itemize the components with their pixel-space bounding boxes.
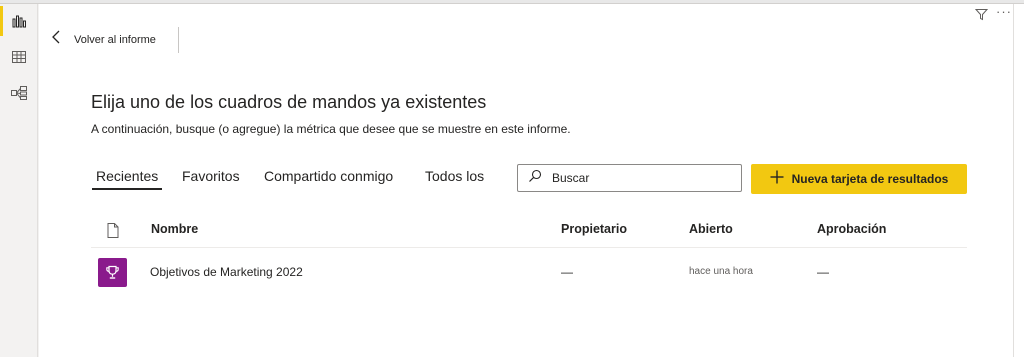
trophy-icon	[98, 258, 127, 287]
plus-icon	[770, 170, 784, 189]
tab-recientes[interactable]: Recientes	[92, 168, 163, 190]
table-row[interactable]: Objetivos de Marketing 2022 — hace una h…	[91, 248, 967, 294]
data-view-button[interactable]	[0, 42, 38, 72]
search-box[interactable]	[517, 164, 742, 192]
new-scorecard-label: Nueva tarjeta de resultados	[791, 172, 949, 186]
tab-favoritos[interactable]: Favoritos	[178, 168, 244, 184]
left-rail	[0, 4, 38, 357]
right-gutter	[1014, 4, 1024, 357]
table-header: Nombre Propietario Abierto Aprobación	[91, 212, 967, 248]
chevron-left-icon	[52, 30, 60, 49]
divider	[178, 27, 179, 53]
column-header-approval[interactable]: Aprobación	[817, 222, 886, 236]
more-icon[interactable]: ···	[996, 5, 1012, 18]
scorecard-owner: —	[561, 265, 573, 279]
filter-icon[interactable]	[974, 8, 989, 26]
tab-compartido-conmigo[interactable]: Compartido conmigo	[260, 168, 397, 184]
app-window: ··· Volver al informe Elija uno de los c…	[0, 0, 1024, 357]
report-view-button[interactable]	[0, 6, 38, 36]
page-title: Elija uno de los cuadros de mandos ya ex…	[91, 92, 487, 112]
search-input[interactable]	[552, 171, 722, 185]
bar-chart-icon	[11, 13, 27, 29]
scorecard-name[interactable]: Objetivos de Marketing 2022	[150, 265, 303, 279]
column-header-opened[interactable]: Abierto	[689, 222, 733, 236]
model-icon	[10, 85, 28, 101]
back-to-report-button[interactable]: Volver al informe	[52, 30, 156, 49]
back-label: Volver al informe	[74, 33, 156, 46]
model-view-button[interactable]	[0, 78, 38, 108]
scorecard-approval: —	[817, 265, 829, 279]
table-icon	[11, 49, 27, 65]
column-header-owner[interactable]: Propietario	[561, 222, 627, 236]
column-header-name[interactable]: Nombre	[151, 222, 198, 236]
new-scorecard-button[interactable]: Nueva tarjeta de resultados	[751, 164, 967, 194]
tab-todos-los[interactable]: Todos los	[421, 168, 488, 184]
search-icon	[528, 169, 542, 188]
file-type-icon	[107, 223, 119, 243]
page-subtitle: A continuación, busque (o agregue) la mé…	[91, 122, 571, 136]
scorecard-opened: hace una hora	[689, 266, 753, 277]
scorecard-table: Nombre Propietario Abierto Aprobación Ob…	[91, 212, 967, 294]
